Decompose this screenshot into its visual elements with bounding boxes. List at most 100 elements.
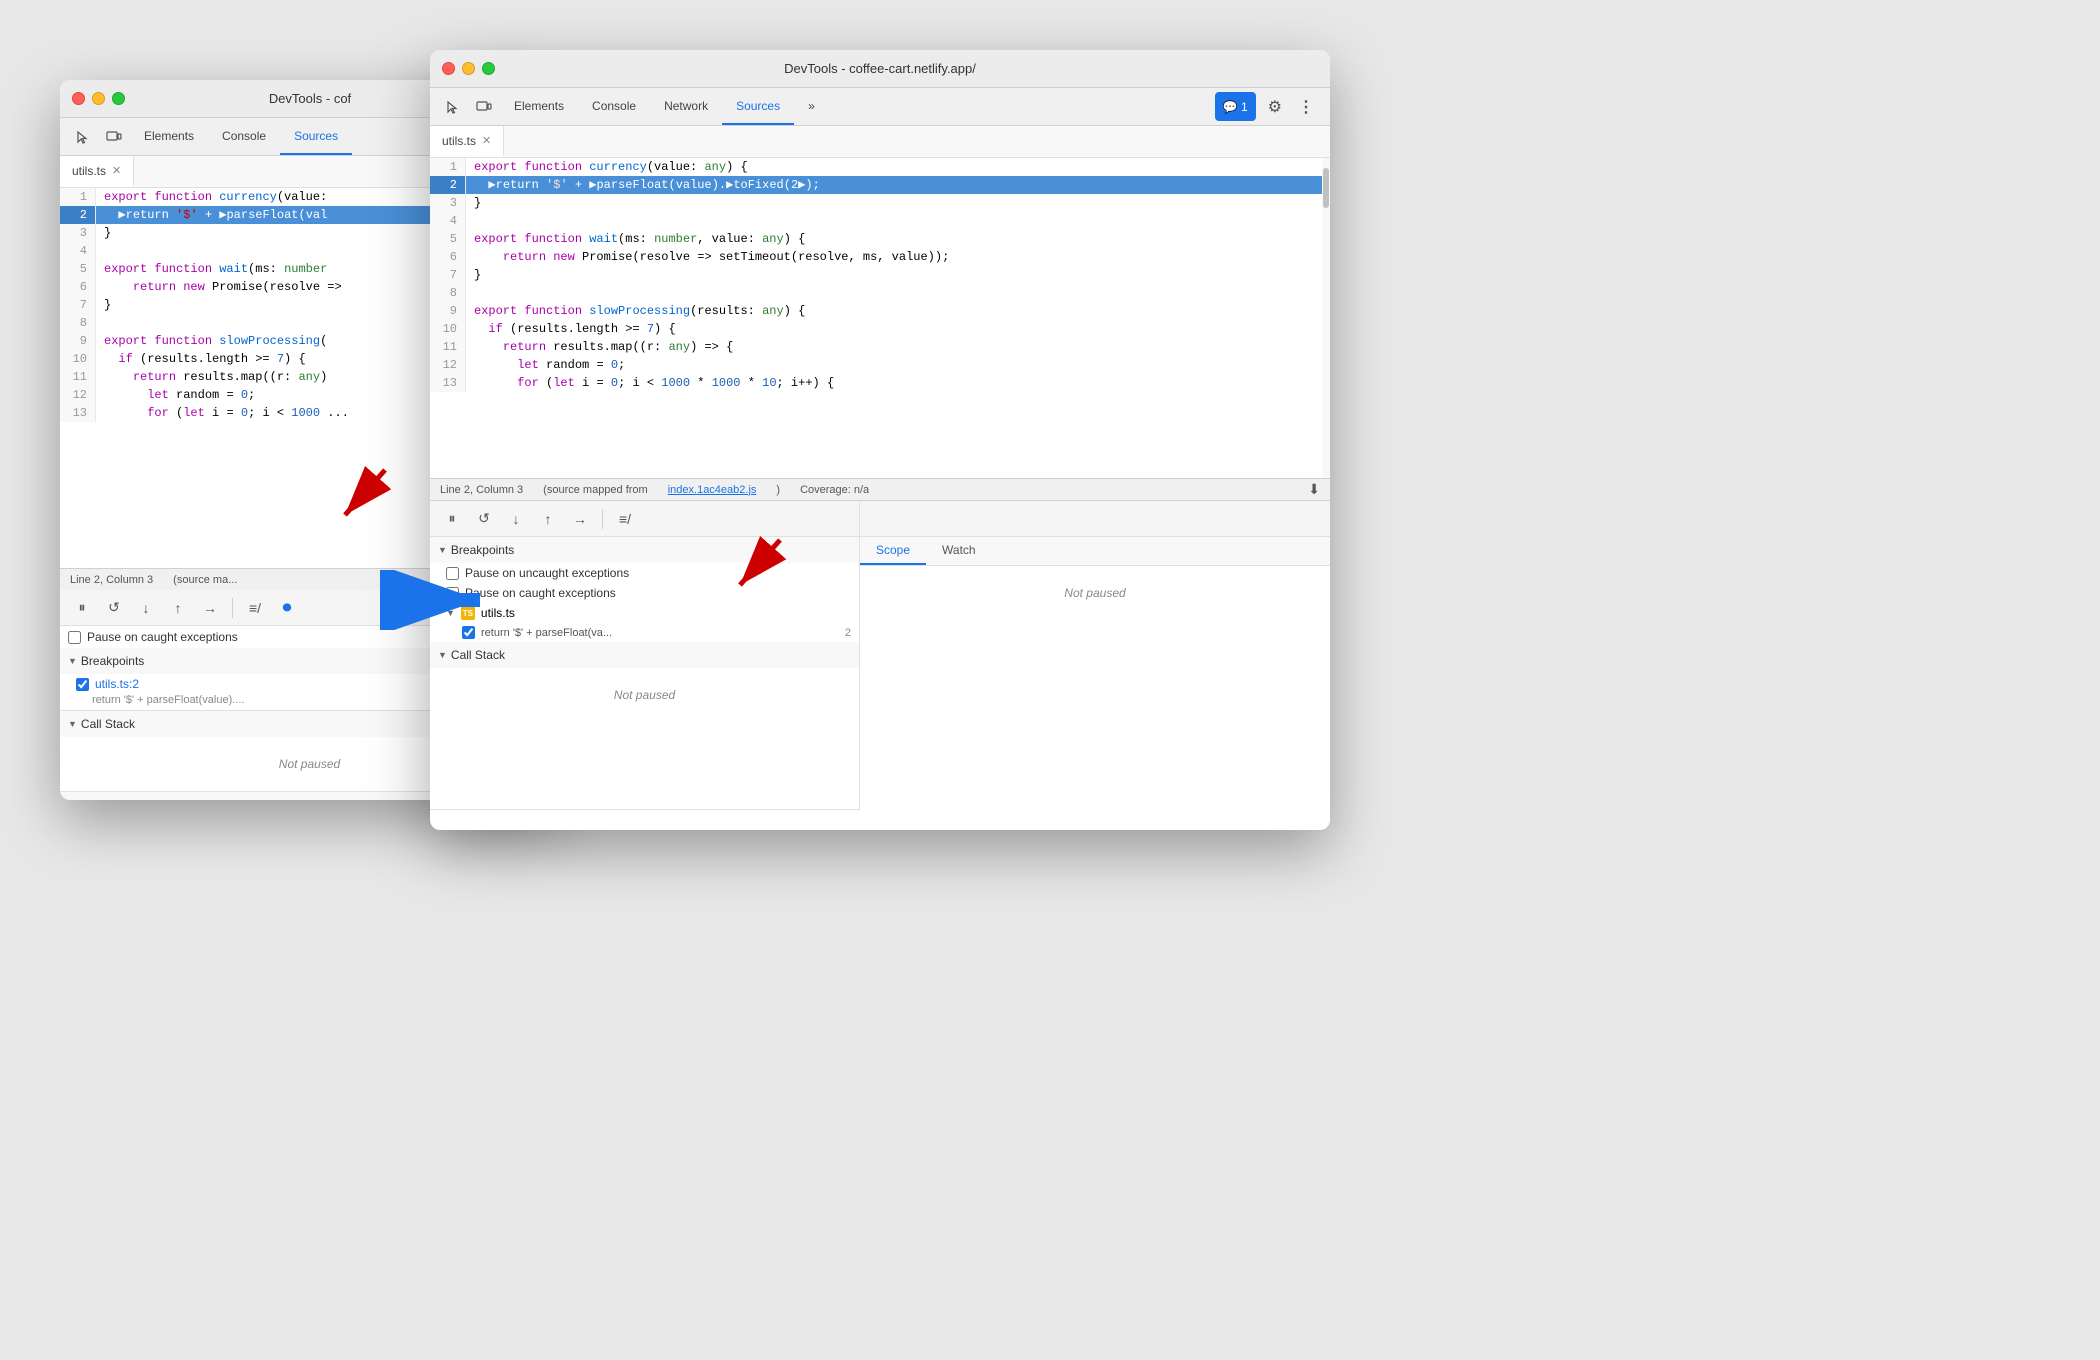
fg-file-tab-close[interactable]: ✕ [482,134,491,147]
fg-minimize-button[interactable] [462,62,475,75]
fg-code-line-9: 9 export function slowProcessing(results… [430,302,1330,320]
bg-minimize-button[interactable] [92,92,105,105]
fg-pause-caught-checkbox[interactable] [446,587,459,600]
fg-bp-item-code: return '$' + parseFloat(va... [481,627,612,639]
bg-breakpoints-triangle: ▼ [68,656,77,666]
bg-pause-btn[interactable]: ⏸ [68,594,96,622]
fg-pause-caught-row: Pause on caught exceptions [430,583,859,603]
bg-resume-btn[interactable]: ↺ [100,594,128,622]
fg-coverage: Coverage: n/a [800,484,869,496]
fg-right-debug-toolbar [860,501,1330,537]
bg-source-map: (source ma... [173,574,237,586]
fg-bp-item-linenum: 2 [845,627,851,639]
fg-deactivate-btn[interactable]: ≡/ [611,505,639,533]
fg-pause-btn[interactable]: ⏸ [438,505,466,533]
bg-step-out-btn[interactable]: → [196,594,224,622]
bg-file-tab-utils[interactable]: utils.ts ✕ [60,156,134,187]
bg-pause-caught-checkbox[interactable] [68,631,81,644]
bg-tab-elements[interactable]: Elements [130,118,208,155]
fg-code-line-7: 7 } [430,266,1330,284]
fg-close-button[interactable] [442,62,455,75]
fg-breakpoints-section: ▼ Breakpoints Pause on uncaught exceptio… [430,537,859,810]
bg-maximize-button[interactable] [112,92,125,105]
fg-more-btn[interactable]: ⋮ [1290,88,1322,125]
bg-callstack-label: Call Stack [81,717,135,731]
fg-callstack-header[interactable]: ▼ Call Stack [430,642,859,668]
bg-file-tab-name: utils.ts [72,164,106,178]
fg-callstack-status: Not paused [430,668,859,722]
bg-xhr-triangle: ▶ [68,800,75,801]
fg-device-icon[interactable] [468,88,500,125]
bg-close-button[interactable] [72,92,85,105]
fg-debug-toolbar: ⏸ ↺ ↓ ↑ → ≡/ [430,501,859,537]
fg-title-bar: DevTools - coffee-cart.netlify.app/ [430,50,1330,88]
fg-bp-file-triangle: ▼ [446,608,455,618]
fg-tab-sources[interactable]: Sources [722,88,794,125]
fg-right-panel: Scope Watch Not paused [860,501,1330,810]
fg-step-into-btn[interactable]: ↑ [534,505,562,533]
fg-maximize-button[interactable] [482,62,495,75]
fg-file-tab-name: utils.ts [442,134,476,148]
fg-code-line-10: 10 if (results.length >= 7) { [430,320,1330,338]
fg-code-scrollbar-thumb[interactable] [1323,168,1329,208]
fg-code-scrollbar[interactable] [1322,158,1330,478]
fg-code-line-1: 1 export function currency(value: any) { [430,158,1330,176]
bg-window-title: DevTools - cof [269,91,351,106]
fg-settings-btn[interactable]: ⚙ [1260,88,1290,125]
bg-deactivate-btn[interactable]: ≡/ [241,594,269,622]
bg-file-tab-close[interactable]: ✕ [112,164,121,177]
foreground-devtools-window: DevTools - coffee-cart.netlify.app/ Elem… [430,50,1330,830]
fg-pause-uncaught-checkbox[interactable] [446,567,459,580]
bg-status-position: Line 2, Column 3 [70,574,153,586]
fg-code-line-12: 12 let random = 0; [430,356,1330,374]
fg-step-out-btn[interactable]: → [566,505,594,533]
fg-tab-more[interactable]: » [794,88,829,125]
fg-toolbar-divider [602,509,603,529]
fg-traffic-lights [442,62,495,75]
fg-code-line-3: 3 } [430,194,1330,212]
fg-code-line-4: 4 [430,212,1330,230]
fg-pause-uncaught-label: Pause on uncaught exceptions [465,566,629,580]
bg-callstack-triangle: ▼ [68,719,77,729]
fg-bp-filename: utils.ts [481,606,515,620]
fg-step-over-btn[interactable]: ↓ [502,505,530,533]
fg-export-btn[interactable]: ⬇ [1308,481,1320,498]
fg-source-map-paren: ) [776,484,780,496]
fg-tab-elements[interactable]: Elements [500,88,578,125]
fg-scope-status: Not paused [860,566,1330,620]
fg-tab-console[interactable]: Console [578,88,650,125]
fg-bottom-left: ⏸ ↺ ↓ ↑ → ≡/ ▼ Breakpoints Pause on unca… [430,501,860,810]
fg-source-map-text: (source mapped from [543,484,648,496]
fg-comment-btn[interactable]: 💬 1 [1215,92,1256,121]
fg-status-position: Line 2, Column 3 [440,484,523,496]
fg-resume-btn[interactable]: ↺ [470,505,498,533]
bg-tab-console[interactable]: Console [208,118,280,155]
bg-xhr-label: XHR/fetch Breakpoints [79,798,200,800]
bg-breakpoints-label: Breakpoints [81,654,144,668]
fg-status-bar: Line 2, Column 3 (source mapped from ind… [430,478,1330,500]
fg-scope-tab[interactable]: Scope [860,537,926,565]
bg-cursor-icon[interactable] [68,118,98,155]
bg-step-over-btn[interactable]: ↓ [132,594,160,622]
fg-tab-spacer [829,88,1211,125]
fg-pause-uncaught-row: Pause on uncaught exceptions [430,563,859,583]
fg-callstack-label: Call Stack [451,648,505,662]
fg-tab-network[interactable]: Network [650,88,722,125]
fg-watch-tab[interactable]: Watch [926,537,992,565]
fg-cursor-icon[interactable] [438,88,468,125]
fg-breakpoints-triangle: ▼ [438,545,447,555]
bg-step-into-btn[interactable]: ↑ [164,594,192,622]
fg-breakpoints-label: Breakpoints [451,543,514,557]
bg-bp-checkbox[interactable] [76,678,89,691]
fg-breakpoints-header[interactable]: ▼ Breakpoints [430,537,859,563]
fg-source-map-link[interactable]: index.1ac4eab2.js [668,484,757,496]
fg-code-line-2: 2 ▶return '$' + ▶parseFloat(value).▶toFi… [430,176,1330,194]
fg-file-tab-utils[interactable]: utils.ts ✕ [430,126,504,157]
bg-tab-sources[interactable]: Sources [280,118,352,155]
fg-bottom-area: ⏸ ↺ ↓ ↑ → ≡/ ▼ Breakpoints Pause on unca… [430,500,1330,810]
fg-code-line-6: 6 return new Promise(resolve => setTimeo… [430,248,1330,266]
bg-pause-caught-label: Pause on caught exceptions [87,630,238,644]
fg-bp-item-checkbox[interactable] [462,626,475,639]
bg-device-icon[interactable] [98,118,130,155]
bg-pause-state-btn[interactable]: ⏺ [273,594,301,622]
